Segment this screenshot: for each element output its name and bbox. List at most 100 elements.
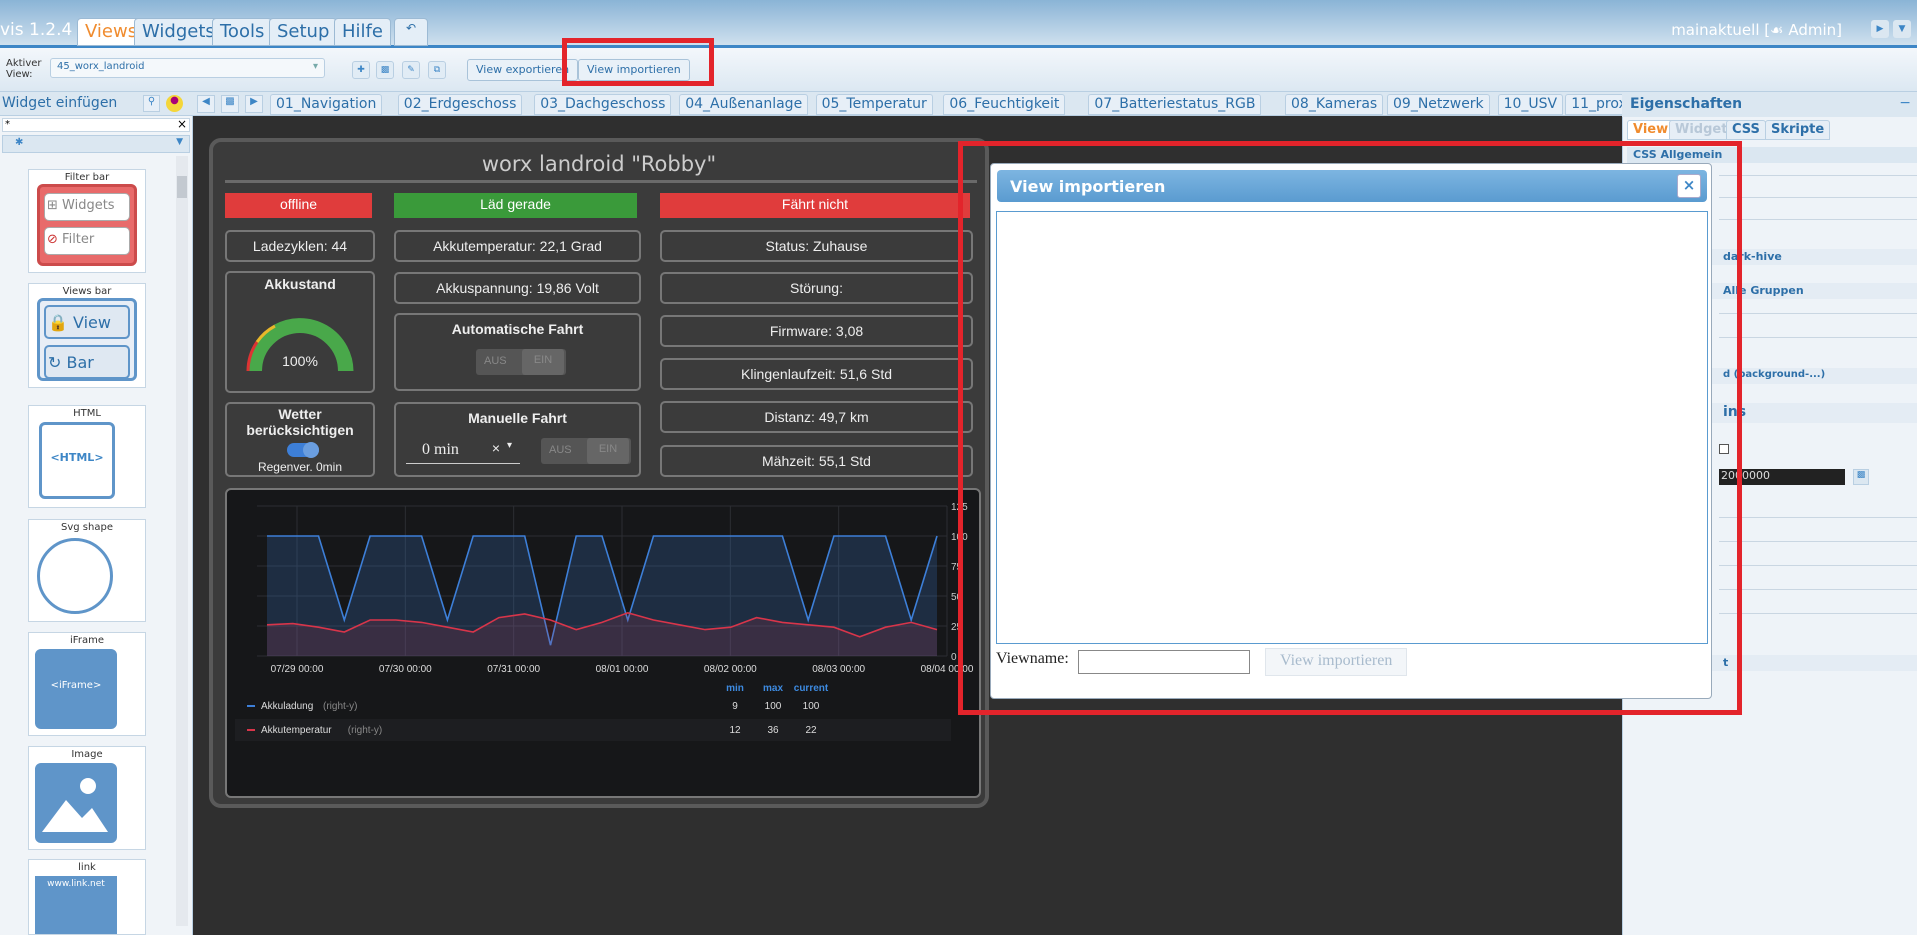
menu-setup[interactable]: Setup xyxy=(269,18,338,46)
regen-text: Regenver. 0min xyxy=(257,460,343,474)
dialog-import-button[interactable]: View importieren xyxy=(1265,648,1408,676)
toolbar: Aktiver View: 45_worx_landroid ▾ ✚ ▩ ✎ ⧉… xyxy=(0,38,1917,92)
minimize-icon[interactable]: − xyxy=(1899,95,1911,111)
x-tick-label: 08/01 00:00 xyxy=(596,664,649,675)
akkustand-tile: Akkustand 100% xyxy=(225,271,375,393)
prop-tab-skripte[interactable]: Skripte xyxy=(1765,120,1831,140)
clear-filter-icon[interactable]: × xyxy=(177,117,187,131)
import-view-button[interactable]: View importieren xyxy=(578,59,690,81)
view-tab-8[interactable]: 09_Netzwerk xyxy=(1387,94,1490,115)
view-tab-9[interactable]: 10_USV xyxy=(1497,94,1564,115)
viewname-input[interactable] xyxy=(1078,650,1250,674)
filter-star: * xyxy=(5,119,10,130)
manual-time-select[interactable]: 0 min × ▾ xyxy=(406,438,520,464)
view-tab-4[interactable]: 05_Temperatur xyxy=(815,94,933,115)
tab-menu-icon[interactable]: ▩ xyxy=(221,95,239,113)
properties-title-text: Eigenschaften xyxy=(1630,96,1743,112)
chevron-left-icon[interactable]: ◀ xyxy=(197,95,215,113)
auto-fahrt-label: Automatische Fahrt xyxy=(451,321,584,337)
widget-set-select[interactable]: ✱ ▼ xyxy=(2,135,190,153)
widget-filter-input[interactable]: * × xyxy=(2,117,190,132)
legend-value: 100 xyxy=(765,701,782,712)
view-tab-5[interactable]: 06_Feuchtigkeit xyxy=(943,94,1066,115)
play-icon[interactable]: ▶ xyxy=(1871,20,1889,38)
chevron-down-icon: ▼ xyxy=(176,137,183,147)
view-tab-6[interactable]: 07_Batteriestatus_RGB xyxy=(1088,94,1262,115)
y-tick-label: 75 xyxy=(951,562,963,573)
prop-checkbox[interactable] xyxy=(1719,444,1729,454)
chevron-down-icon: ▾ xyxy=(506,440,512,451)
widget-card-link[interactable]: link www.link.net xyxy=(28,859,146,935)
active-view-label: Aktiver View: xyxy=(6,58,42,80)
prop-tab-widget[interactable]: Widget xyxy=(1669,120,1734,140)
prop-section-css-allgemein[interactable]: CSS Allgemein xyxy=(1627,147,1917,163)
menu-widgets[interactable]: Widgets xyxy=(134,18,223,46)
wetter-label: Wetter berücksichtigen xyxy=(246,406,354,438)
manual-label: Manuelle Fahrt xyxy=(468,410,567,426)
widget-card-image[interactable]: Image xyxy=(28,746,146,850)
dialog-close-button[interactable]: × xyxy=(1677,174,1701,198)
card-title: link xyxy=(78,862,96,873)
akkustand-label: Akkustand xyxy=(264,276,336,292)
menu-tools[interactable]: Tools xyxy=(212,18,273,46)
manuelle-fahrt-tile: Manuelle Fahrt 0 min × ▾ AUS EIN xyxy=(394,402,641,477)
manual-time-value: 0 min xyxy=(422,441,459,458)
wetter-switch[interactable] xyxy=(287,442,319,458)
widget-card-filter-bar[interactable]: Filter bar ⊞ Widgets ⊘ Filter xyxy=(28,169,146,273)
widget-card-iframe[interactable]: iFrame <iFrame> xyxy=(28,632,146,736)
html-icon: <HTML> xyxy=(39,422,115,499)
manual-fahrt-toggle[interactable]: AUS EIN xyxy=(541,438,631,464)
widget-card-html[interactable]: HTML <HTML> xyxy=(28,405,146,508)
view-tab-7[interactable]: 08_Kameras xyxy=(1285,94,1384,115)
clear-icon[interactable]: × xyxy=(492,440,500,456)
scrollbar-thumb[interactable] xyxy=(177,176,187,198)
y-tick-label: 25 xyxy=(951,622,963,633)
card-title: Svg shape xyxy=(61,522,113,533)
x-tick-label: 07/30 00:00 xyxy=(379,664,432,675)
view-tab-2[interactable]: 03_Dachgeschoss xyxy=(534,94,672,115)
color-picker-icon[interactable]: ▩ xyxy=(1853,469,1869,485)
wetter-tile: Wetter berücksichtigen Regenver. 0min xyxy=(225,402,375,477)
copy-view-icon[interactable]: ⧉ xyxy=(428,61,446,79)
palette-scrollbar[interactable] xyxy=(176,156,188,926)
widget-card-views-bar[interactable]: Views bar 🔒 View ↻ Bar xyxy=(28,283,146,388)
active-view-select[interactable]: 45_worx_landroid ▾ xyxy=(50,58,325,78)
chevron-down-icon[interactable]: ▼ xyxy=(1893,20,1911,38)
view-button-preview: 🔒 View xyxy=(44,305,130,339)
landroid-panel: worx landroid "Robby" offline Läd gerade… xyxy=(209,138,989,808)
card-title: HTML xyxy=(73,408,101,419)
legend-header: min xyxy=(726,683,744,694)
star-icon: ✱ xyxy=(15,137,24,148)
battery-chart: 0 25 50 75 100 125 07/29 00:00 07/30 00:00 07/31… xyxy=(235,502,974,741)
link-icon: www.link.net xyxy=(35,876,117,934)
viewname-label: Viewname: xyxy=(996,650,1069,667)
view-tab-3[interactable]: 04_Außenanlage xyxy=(679,94,809,115)
legend-series-name: Akkutemperatur xyxy=(261,725,332,736)
undo-icon[interactable]: ↶ xyxy=(394,18,428,46)
view-tab-10[interactable]: 11_proxmox1 xyxy=(1565,94,1622,115)
image-icon xyxy=(35,763,117,843)
chevron-right-icon[interactable]: ▶ xyxy=(245,95,263,113)
prop-tab-css[interactable]: CSS xyxy=(1726,120,1766,140)
prop-tab-view[interactable]: View xyxy=(1627,120,1675,140)
toggle-on-label: EIN xyxy=(522,349,564,375)
delete-view-icon[interactable]: ▩ xyxy=(376,61,394,79)
auto-fahrt-tile: Automatische Fahrt AUS EIN xyxy=(394,313,641,391)
panel-title: worx landroid "Robby" xyxy=(481,152,717,176)
akkustand-value: 100% xyxy=(282,353,318,369)
view-tab-0[interactable]: 01_Navigation xyxy=(270,94,383,115)
widget-card-svg-shape[interactable]: Svg shape xyxy=(28,519,146,622)
dialog-title: View importieren xyxy=(1010,177,1166,196)
x-tick-label: 07/29 00:00 xyxy=(271,664,324,675)
legend-row-bg xyxy=(235,719,951,741)
x-tick-label: 08/02 00:00 xyxy=(704,664,757,675)
import-json-textarea[interactable] xyxy=(996,211,1708,644)
auto-fahrt-toggle[interactable]: AUS EIN xyxy=(476,349,566,375)
search-icon[interactable]: ⚲ xyxy=(143,95,160,112)
filter-icon[interactable]: ● xyxy=(166,95,183,112)
view-tab-1[interactable]: 02_Erdgeschoss xyxy=(397,94,523,115)
rename-view-icon[interactable]: ✎ xyxy=(402,61,420,79)
add-view-icon[interactable]: ✚ xyxy=(352,61,370,79)
prop-color-input[interactable]: 2000000 xyxy=(1719,469,1845,485)
menu-hilfe[interactable]: Hilfe xyxy=(334,18,391,46)
